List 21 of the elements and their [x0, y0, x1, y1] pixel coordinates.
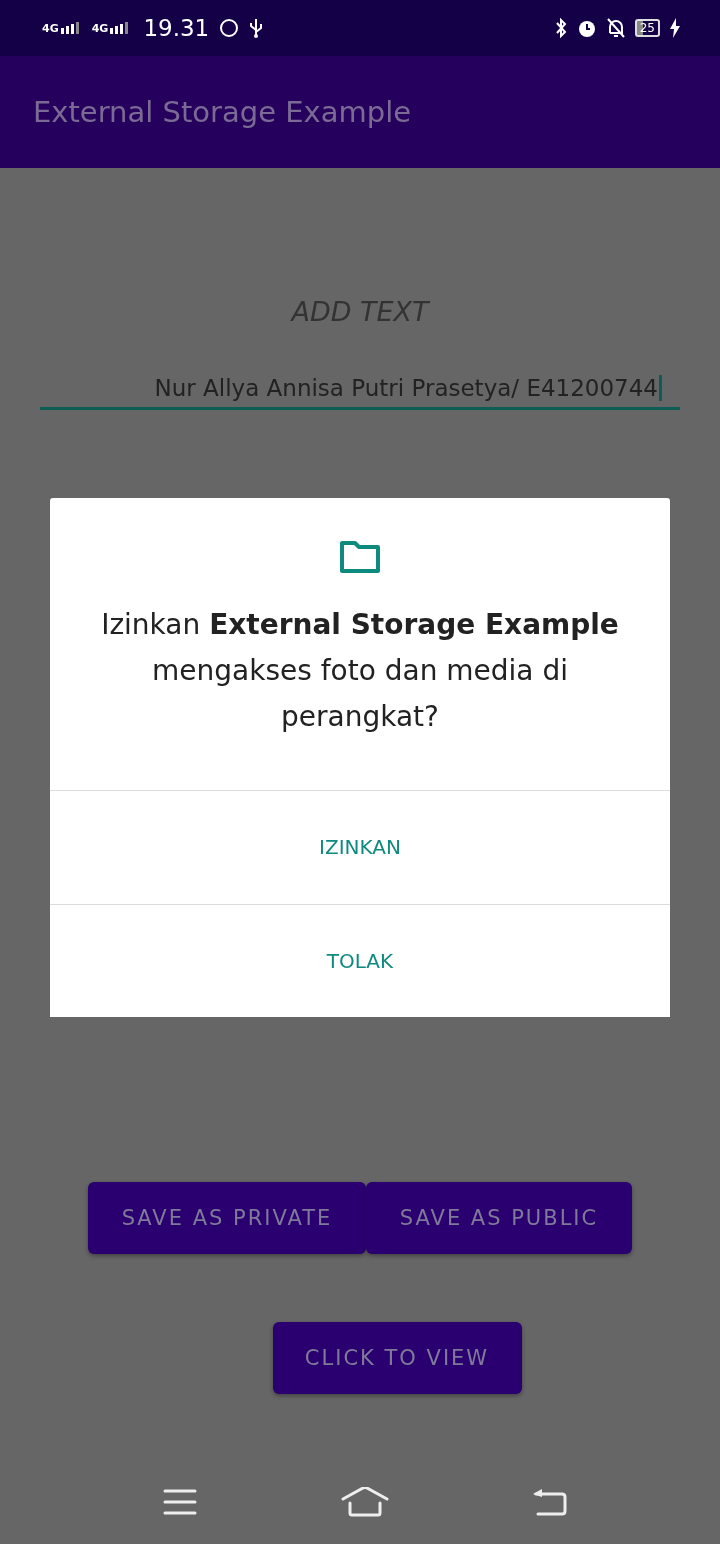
dialog-action[interactable]: TOLAK	[50, 903, 670, 1017]
charging-icon	[670, 18, 680, 38]
muted-bell-icon	[606, 18, 625, 38]
usb-icon	[249, 18, 264, 38]
clock-time: 19.31	[143, 15, 210, 41]
view-button[interactable]: CLICK TO VIEW	[272, 1322, 522, 1394]
text-field[interactable]: Nur Allya Annisa Putri Prasetya/ E41200744	[40, 375, 680, 410]
back-icon[interactable]	[532, 1488, 568, 1516]
save-button[interactable]: SAVE AS PUBLIC	[366, 1182, 632, 1254]
menu-icon[interactable]	[163, 1489, 197, 1515]
folder-icon	[339, 540, 381, 574]
alarm-icon	[576, 18, 597, 38]
network-label: 4G	[91, 23, 109, 34]
permission-message: Izinkan External Storage Example mengakses foto dan media di perangkat?	[100, 607, 620, 735]
save-button[interactable]: SAVE AS PRIVATE	[88, 1182, 366, 1254]
signal-icon	[59, 22, 82, 34]
battery-indicator: 25	[634, 19, 660, 37]
network-label: 4G	[42, 23, 59, 34]
app-title: External Storage Example	[33, 95, 412, 129]
home-icon[interactable]	[340, 1487, 389, 1517]
bluetooth-icon	[554, 18, 567, 38]
